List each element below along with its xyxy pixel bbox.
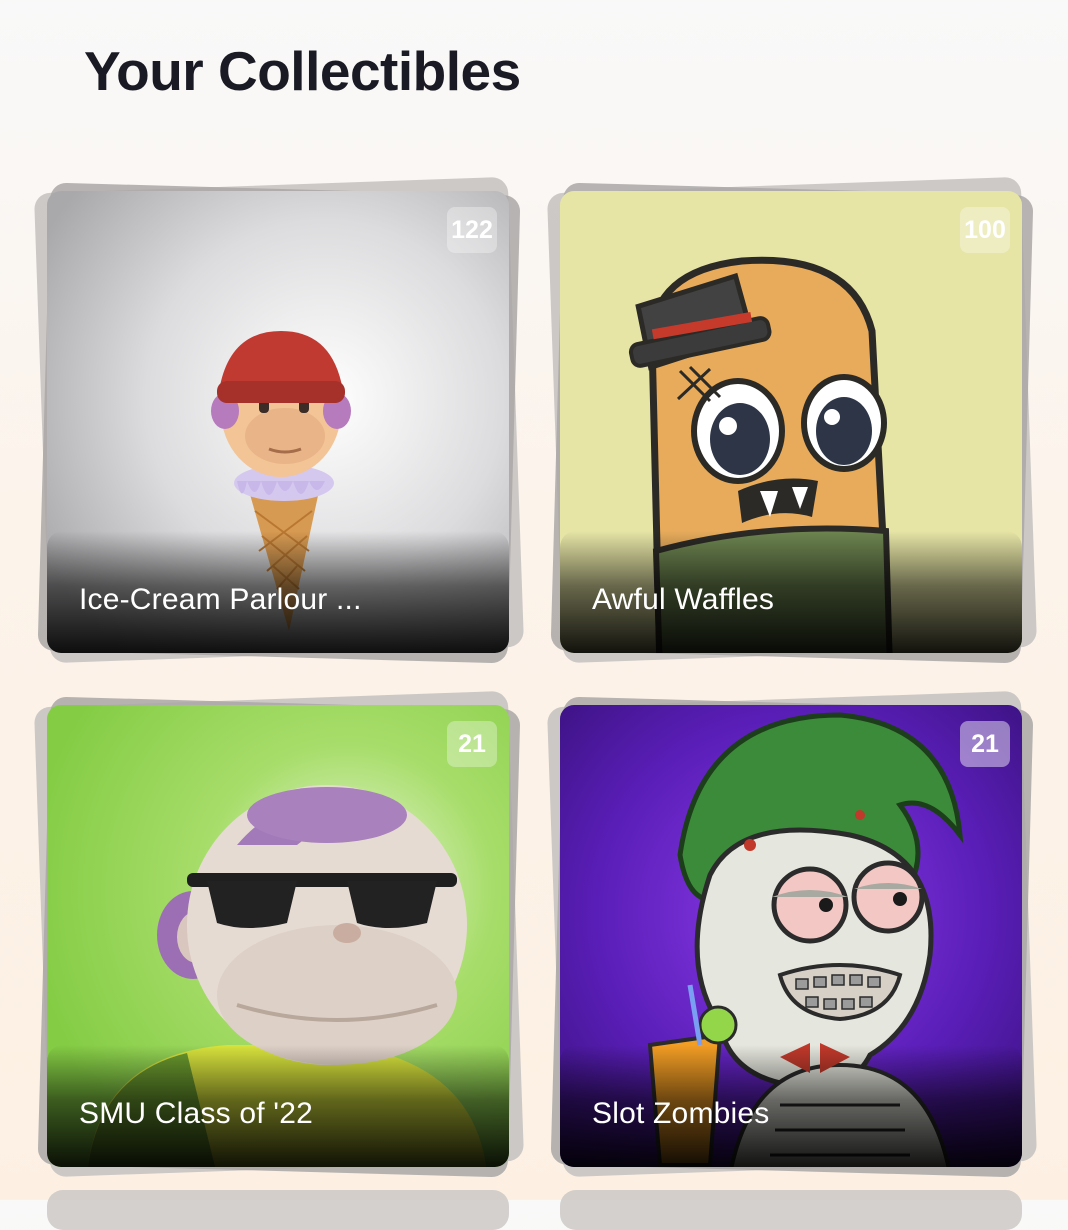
card-face: Ice-Cream Parlour ... 122 — [47, 191, 509, 653]
collection-card-awful-waffles[interactable]: Awful Waffles 100 — [546, 176, 1038, 664]
collection-card-ice-cream-parlour[interactable]: Ice-Cream Parlour ... 122 — [33, 176, 525, 664]
collection-name: Slot Zombies — [592, 1097, 770, 1130]
next-card-peek — [560, 1190, 1022, 1230]
card-face: Slot Zombies 21 — [560, 705, 1022, 1167]
collection-card-smu-class-of-22[interactable]: SMU Class of '22 21 — [33, 690, 525, 1178]
page-title: Your Collectibles — [84, 40, 521, 102]
item-count-badge: 21 — [960, 721, 1010, 767]
item-count-badge: 122 — [447, 207, 497, 253]
collection-card-slot-zombies[interactable]: Slot Zombies 21 — [546, 690, 1038, 1178]
collection-name: SMU Class of '22 — [79, 1097, 314, 1130]
collection-name: Awful Waffles — [592, 583, 775, 616]
item-count-badge: 100 — [960, 207, 1010, 253]
card-face: Awful Waffles 100 — [560, 191, 1022, 653]
next-card-peek — [47, 1190, 509, 1230]
card-face: SMU Class of '22 21 — [47, 705, 509, 1167]
item-count-badge: 21 — [447, 721, 497, 767]
collection-name: Ice-Cream Parlour ... — [79, 583, 362, 616]
